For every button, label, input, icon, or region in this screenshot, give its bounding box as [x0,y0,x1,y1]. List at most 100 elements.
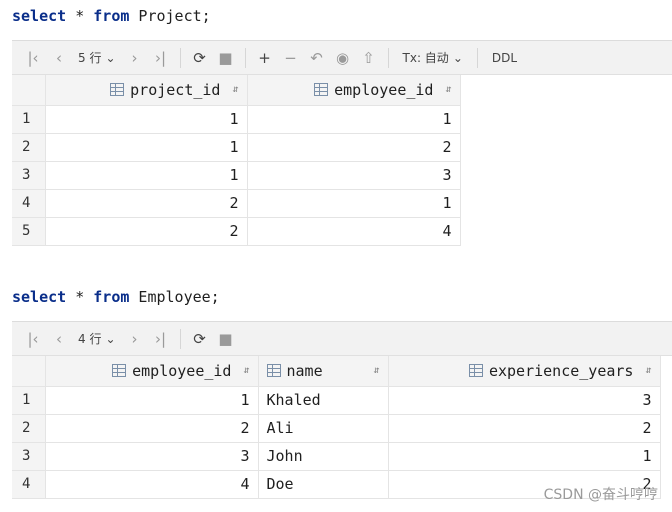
table-cell[interactable]: 4 [45,470,259,499]
result-toolbar: |‹ ‹ 5 行 ⌄ › ›| ⟳ ■ + − ↶ ◉ ⇧ Tx: 自动 ⌄ DDL [12,41,672,75]
column-icon [314,83,329,97]
table-cell[interactable]: 1 [45,133,248,162]
row-number: 3 [12,442,46,471]
table-cell[interactable]: 2 [45,414,259,443]
add-row-icon[interactable]: + [252,46,278,70]
sql-table-name: Project; [129,7,211,25]
table-cell[interactable]: 1 [247,189,461,218]
last-page-icon[interactable]: ›| [148,46,174,70]
first-page-icon[interactable]: |‹ [20,46,46,70]
toolbar-divider [179,47,181,68]
result-table-employee: employee_id ⇵ name ⇵ experience_years ⇵ 11K… [12,356,661,499]
column-header-label: employee_id [132,361,232,380]
table-cell[interactable]: 2 [45,217,248,246]
row-count-label: 5 行 [78,51,102,65]
row-number: 3 [12,161,46,190]
result-panel-employee: |‹ ‹ 4 行 ⌄ › ›| ⟳ ■ employee_id ⇵ name ⇵ ex… [12,321,672,499]
submit-icon[interactable]: ⇧ [356,46,382,70]
table-cell[interactable]: 1 [45,161,248,190]
row-count-label: 4 行 [78,332,102,346]
tx-mode-label: Tx: 自动 [402,51,449,65]
column-header-project-id[interactable]: project_id ⇵ [45,75,248,106]
sql-keyword-from: from [93,288,130,306]
sort-icon[interactable]: ⇵ [243,365,249,376]
refresh-icon[interactable]: ⟳ [187,46,213,70]
chevron-down-icon: ⌄ [105,331,116,346]
table-cell[interactable]: 2 [388,414,661,443]
chevron-down-icon: ⌄ [452,50,463,65]
preview-icon[interactable]: ◉ [330,46,356,70]
sql-keyword-from: from [93,7,130,25]
table-cell[interactable]: 2 [247,133,461,162]
sql-star: * [66,7,94,25]
table-cell[interactable]: John [258,442,389,471]
sql-keyword-select: select [12,288,67,306]
table-row[interactable]: 421 [12,189,461,218]
table-row[interactable]: 1 1 Khaled 3 [12,386,661,415]
row-count-dropdown[interactable]: 4 行 ⌄ [72,330,122,347]
table-row[interactable]: 212 [12,133,461,162]
table-cell[interactable]: Khaled [258,386,389,415]
row-number: 5 [12,217,46,246]
revert-icon[interactable]: ↶ [304,46,330,70]
table-cell[interactable]: 3 [247,161,461,190]
table-cell[interactable]: 2 [45,189,248,218]
table-cell[interactable]: 3 [45,442,259,471]
row-number-header [12,356,46,387]
chevron-down-icon: ⌄ [105,50,116,65]
sql-query-employee[interactable]: select * from Employee; [12,285,220,309]
sort-icon[interactable]: ⇵ [373,365,379,376]
next-page-icon[interactable]: › [122,46,148,70]
toolbar-divider [179,328,181,349]
first-page-icon[interactable]: |‹ [20,327,46,351]
column-header-label: experience_years [488,361,634,380]
header-row: employee_id ⇵ name ⇵ experience_years ⇵ [12,356,661,387]
column-icon [110,83,125,97]
prev-page-icon[interactable]: ‹ [46,327,72,351]
header-row: project_id ⇵ employee_id ⇵ [12,75,461,106]
row-count-dropdown[interactable]: 5 行 ⌄ [72,49,122,66]
sort-icon[interactable]: ⇵ [445,84,451,95]
table-cell[interactable]: Ali [258,414,389,443]
table-cell[interactable]: 4 [247,217,461,246]
sql-table-name: Employee; [129,288,220,306]
column-header-label: name [286,361,323,380]
table-row[interactable]: 111 [12,105,461,134]
sql-keyword-select: select [12,7,67,25]
tx-mode-dropdown[interactable]: Tx: 自动 ⌄ [395,49,471,66]
sort-icon[interactable]: ⇵ [232,84,238,95]
sort-icon[interactable]: ⇵ [645,365,651,376]
sql-query-project[interactable]: select * from Project; [12,4,211,28]
table-cell[interactable]: 1 [388,442,661,471]
refresh-icon[interactable]: ⟳ [187,327,213,351]
row-number-header [12,75,46,106]
table-cell[interactable]: Doe [258,470,389,499]
table-row[interactable]: 3 3 John 1 [12,442,661,471]
toolbar-divider [387,47,389,68]
table-row[interactable]: 2 2 Ali 2 [12,414,661,443]
last-page-icon[interactable]: ›| [148,327,174,351]
column-header-employee-id[interactable]: employee_id ⇵ [45,356,259,387]
result-toolbar: |‹ ‹ 4 行 ⌄ › ›| ⟳ ■ [12,322,672,356]
table-cell[interactable]: 1 [45,386,259,415]
sql-star: * [66,288,94,306]
row-number: 4 [12,189,46,218]
stop-icon[interactable]: ■ [213,327,239,351]
column-header-experience-years[interactable]: experience_years ⇵ [388,356,661,387]
stop-icon[interactable]: ■ [213,46,239,70]
column-header-employee-id[interactable]: employee_id ⇵ [247,75,461,106]
table-cell[interactable]: 3 [388,386,661,415]
next-page-icon[interactable]: › [122,327,148,351]
table-cell[interactable]: 1 [45,105,248,134]
table-row[interactable]: 524 [12,217,461,246]
prev-page-icon[interactable]: ‹ [46,46,72,70]
table-row[interactable]: 313 [12,161,461,190]
row-number: 4 [12,470,46,499]
column-header-label: project_id [130,80,221,99]
remove-row-icon[interactable]: − [278,46,304,70]
column-header-name[interactable]: name ⇵ [258,356,389,387]
ddl-button[interactable]: DDL [484,51,525,65]
table-cell[interactable]: 1 [247,105,461,134]
toolbar-divider [244,47,246,68]
column-icon [112,364,127,378]
